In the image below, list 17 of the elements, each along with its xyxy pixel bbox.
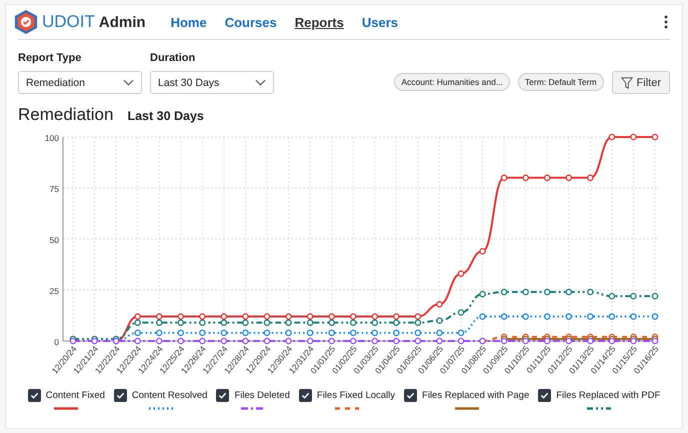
- report-title: Remediation: [18, 105, 114, 125]
- y-tick-label: 25: [50, 286, 59, 296]
- legend-label: Files Replaced with PDF: [556, 390, 660, 401]
- y-tick-label: 0: [54, 337, 59, 347]
- field-label: Duration: [150, 52, 196, 64]
- legend-label: Files Replaced with Page: [422, 390, 530, 401]
- y-tick-label: 100: [44, 133, 59, 143]
- y-tick-label: 75: [50, 184, 59, 194]
- brand-suffix: Admin: [98, 14, 146, 30]
- y-tick-label: 50: [50, 235, 59, 245]
- legend-label: Content Fixed: [46, 390, 105, 401]
- legend-label: Files Deleted: [234, 390, 290, 401]
- report-subtitle: Last 30 Days: [127, 109, 204, 123]
- legend-label: Content Resolved: [132, 390, 208, 401]
- field-label: Report Type: [18, 52, 82, 64]
- legend-label: Files Fixed Locally: [316, 390, 396, 401]
- brand-name: UDOIT: [42, 12, 95, 32]
